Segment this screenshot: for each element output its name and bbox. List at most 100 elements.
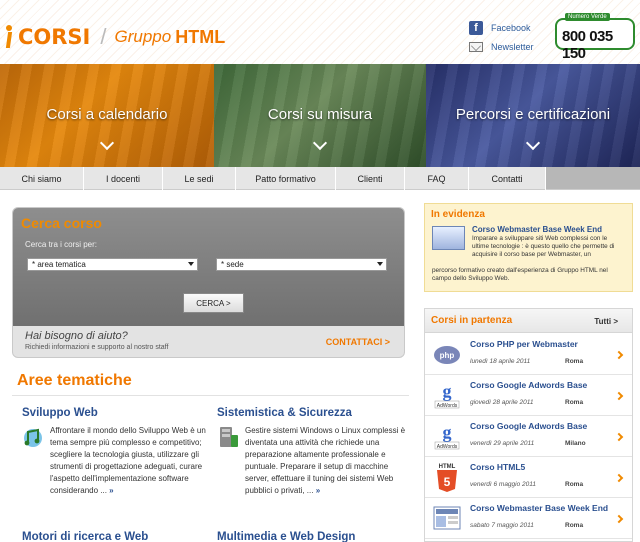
area-description: Affrontare il mondo dello Sviluppo Web è… xyxy=(50,426,206,495)
chevron-right-icon xyxy=(614,514,624,524)
svg-text:g: g xyxy=(443,422,452,442)
area-tematica-value: * area tematica xyxy=(32,260,86,269)
social-links: f Facebook Newsletter xyxy=(469,18,534,56)
evidenza-text: Imparare a sviluppare siti Web complessi… xyxy=(472,235,615,259)
svg-text:php: php xyxy=(440,351,455,360)
svg-text:g: g xyxy=(443,381,452,401)
area-sviluppo-web: Sviluppo Web Affrontare il mondo dello S… xyxy=(22,407,212,497)
area-sistemistica-sicurezza: Sistemistica & Sicurezza Gestire sistemi… xyxy=(217,407,407,497)
aree-tematiche-heading: Aree tematiche xyxy=(17,372,132,389)
facebook-label: Facebook xyxy=(491,22,531,33)
chevron-right-icon xyxy=(614,432,624,442)
search-box: Cerca corso Cerca tra i corsi per: * are… xyxy=(12,207,405,358)
area-title[interactable]: Sistemistica & Sicurezza xyxy=(217,407,407,419)
adwords-icon: g AdWords xyxy=(434,422,460,450)
evidenza-text-continued: percorso formativo creato dall'esperienz… xyxy=(432,267,608,283)
hero-banner: Corsi a calendario Corsi su misura Perco… xyxy=(0,64,640,167)
svg-text:AdWords: AdWords xyxy=(437,444,458,450)
course-name: Corso Webmaster Base Week End xyxy=(470,503,609,513)
divider xyxy=(12,395,409,396)
course-date: sabato 7 maggio 2011 xyxy=(470,522,534,529)
area-title[interactable]: Sviluppo Web xyxy=(22,407,212,419)
nav-item-chi-siamo[interactable]: Chi siamo xyxy=(0,167,84,190)
logo-corsi: CORSI xyxy=(18,25,91,49)
chevron-right-icon xyxy=(614,350,624,360)
course-date: venerdì 29 aprile 2011 xyxy=(470,440,535,447)
area-title-multimedia[interactable]: Multimedia e Web Design xyxy=(217,531,355,542)
logo-html: HTML xyxy=(175,26,226,47)
nav-item-sedi[interactable]: Le sedi xyxy=(163,167,236,190)
course-city: Roma xyxy=(565,481,584,488)
course-item[interactable]: Corso Webmaster Base Week End sabato 7 m… xyxy=(425,498,632,539)
chevron-right-icon xyxy=(614,391,624,401)
webmaster-thumbnail-icon[interactable] xyxy=(432,226,465,250)
nav-item-docenti[interactable]: I docenti xyxy=(84,167,163,190)
logo-gruppo: Gruppo xyxy=(114,27,172,46)
site-header: CORSI / Gruppo HTML f Facebook Newslette… xyxy=(0,0,640,64)
course-date: venerdì 6 maggio 2011 xyxy=(470,481,537,488)
phone-label: Numero Verde xyxy=(565,13,610,21)
course-item[interactable]: g AdWords Corso Google Adwords Base vene… xyxy=(425,416,632,457)
nav-item-faq[interactable]: FAQ xyxy=(405,167,469,190)
facebook-link[interactable]: f Facebook xyxy=(469,18,534,37)
logo-separator: / xyxy=(100,24,107,49)
newsletter-label: Newsletter xyxy=(491,41,534,52)
course-item[interactable]: HTML 5 Corso HTML5 venerdì 6 maggio 2011… xyxy=(425,457,632,498)
banner-title: Corsi a calendario xyxy=(46,106,168,123)
banner-title: Corsi su misura xyxy=(267,106,373,123)
server-icon xyxy=(220,427,238,447)
partenza-title: Corsi in partenza xyxy=(431,315,513,326)
facebook-icon: f xyxy=(469,20,483,35)
dropdown-arrow-icon xyxy=(377,262,383,266)
svg-text:5: 5 xyxy=(444,475,451,489)
chevron-right-icon xyxy=(614,473,624,483)
banner-title: Percorsi e certificazioni xyxy=(455,106,611,123)
svg-text:AdWords: AdWords xyxy=(437,403,458,409)
tutti-link[interactable]: Tutti > xyxy=(594,317,618,326)
search-button[interactable]: CERCA > xyxy=(183,293,244,313)
svg-text:HTML: HTML xyxy=(439,464,456,470)
adwords-icon: g AdWords xyxy=(434,381,460,409)
course-city: Milano xyxy=(565,440,586,447)
course-item[interactable]: php Corso PHP per Webmaster lunedì 18 ap… xyxy=(425,334,632,375)
evidenza-course-link[interactable]: Corso Webmaster Base Week End xyxy=(472,225,602,234)
banner-percorsi-certificazioni[interactable]: Percorsi e certificazioni xyxy=(426,64,640,167)
nav-item-clienti[interactable]: Clienti xyxy=(336,167,405,190)
music-notes-icon xyxy=(24,428,42,447)
area-tematica-select[interactable]: * area tematica xyxy=(27,258,198,271)
read-more-link[interactable]: » xyxy=(316,486,320,495)
course-name: Corso HTML5 xyxy=(470,462,526,472)
html5-icon: HTML 5 xyxy=(437,464,457,492)
site-logo[interactable]: CORSI / Gruppo HTML xyxy=(4,24,225,50)
dropdown-arrow-icon xyxy=(188,262,194,266)
search-title: Cerca corso xyxy=(21,215,102,231)
banner-corsi-su-misura[interactable]: Corsi su misura xyxy=(214,64,426,167)
course-name: Corso Google Adwords Base xyxy=(470,421,588,431)
toll-free-number: Numero Verde 800 035 150 xyxy=(555,13,635,62)
sede-select[interactable]: * sede xyxy=(216,258,387,271)
banner-corsi-calendario[interactable]: Corsi a calendario xyxy=(0,64,214,167)
course-name: Corso PHP per Webmaster xyxy=(470,339,578,349)
corsi-in-partenza-box: Corsi in partenza Tutti > php Corso PHP … xyxy=(424,308,633,542)
help-text: Richiedi informazioni e supporto al nost… xyxy=(25,344,169,351)
course-item[interactable]: g AdWords Corso Google Adwords Base giov… xyxy=(425,375,632,416)
webmaster-icon xyxy=(433,506,461,530)
area-description: Gestire sistemi Windows o Linux compless… xyxy=(245,426,406,495)
read-more-link[interactable]: » xyxy=(109,486,113,495)
evidenza-title: In evidenza xyxy=(431,209,485,220)
in-evidenza-box: In evidenza Corso Webmaster Base Week En… xyxy=(424,203,633,292)
course-date: giovedì 28 aprile 2011 xyxy=(470,399,534,406)
php-icon: php xyxy=(434,346,460,364)
contattaci-link[interactable]: CONTATTACI > xyxy=(326,337,390,347)
newsletter-link[interactable]: Newsletter xyxy=(469,37,534,56)
course-date: lunedì 18 aprile 2011 xyxy=(470,358,531,365)
course-city: Roma xyxy=(565,358,584,365)
course-city: Roma xyxy=(565,399,584,406)
course-name: Corso Google Adwords Base xyxy=(470,380,588,390)
course-city: Roma xyxy=(565,522,584,529)
nav-item-patto-formativo[interactable]: Patto formativo xyxy=(236,167,336,190)
area-title-motori[interactable]: Motori di ricerca e Web xyxy=(22,531,148,542)
help-question: Hai bisogno di aiuto? xyxy=(25,330,128,342)
nav-item-contatti[interactable]: Contatti xyxy=(469,167,546,190)
main-nav: Chi siamo I docenti Le sedi Patto format… xyxy=(0,167,640,190)
